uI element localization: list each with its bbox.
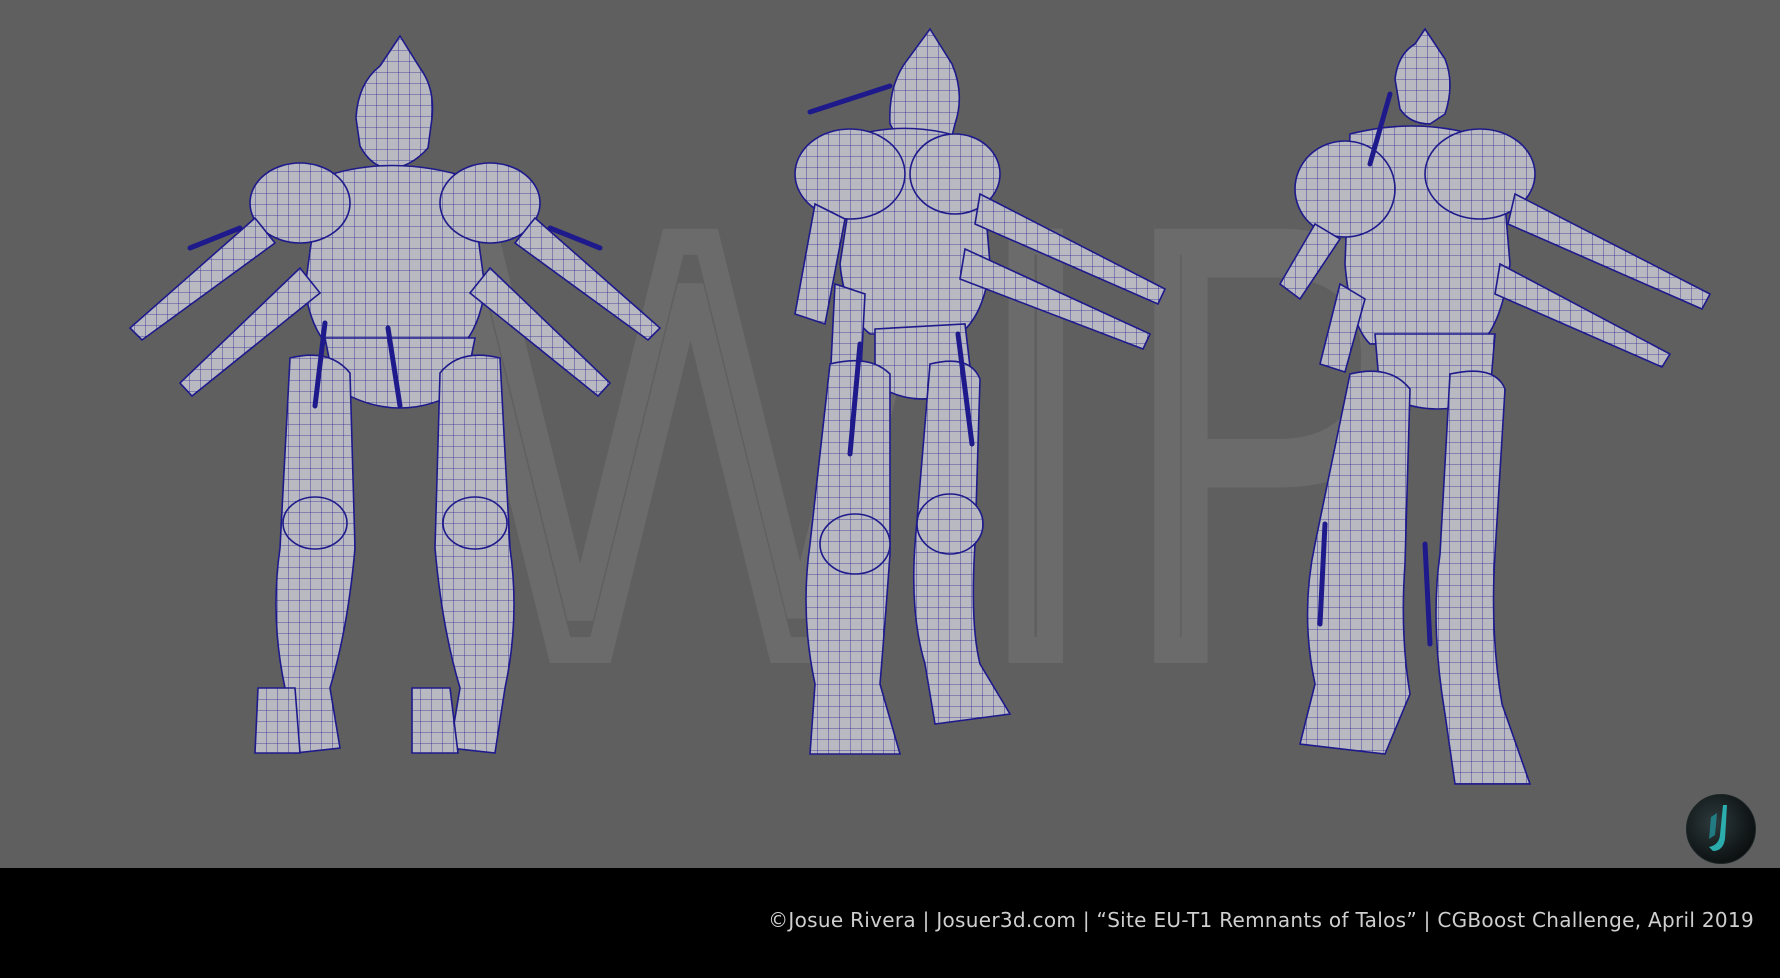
back-view-figure bbox=[1240, 24, 1720, 860]
copyright-caption: ©Josue Rivera | Josuer3d.com | “Site EU-… bbox=[768, 908, 1754, 932]
render-viewport: WIP bbox=[0, 0, 1780, 868]
artist-logo-icon bbox=[1686, 794, 1756, 864]
footer-bar: ©Josue Rivera | Josuer3d.com | “Site EU-… bbox=[0, 868, 1780, 978]
three-quarter-view-figure bbox=[740, 24, 1180, 860]
front-view-figure bbox=[90, 28, 720, 858]
